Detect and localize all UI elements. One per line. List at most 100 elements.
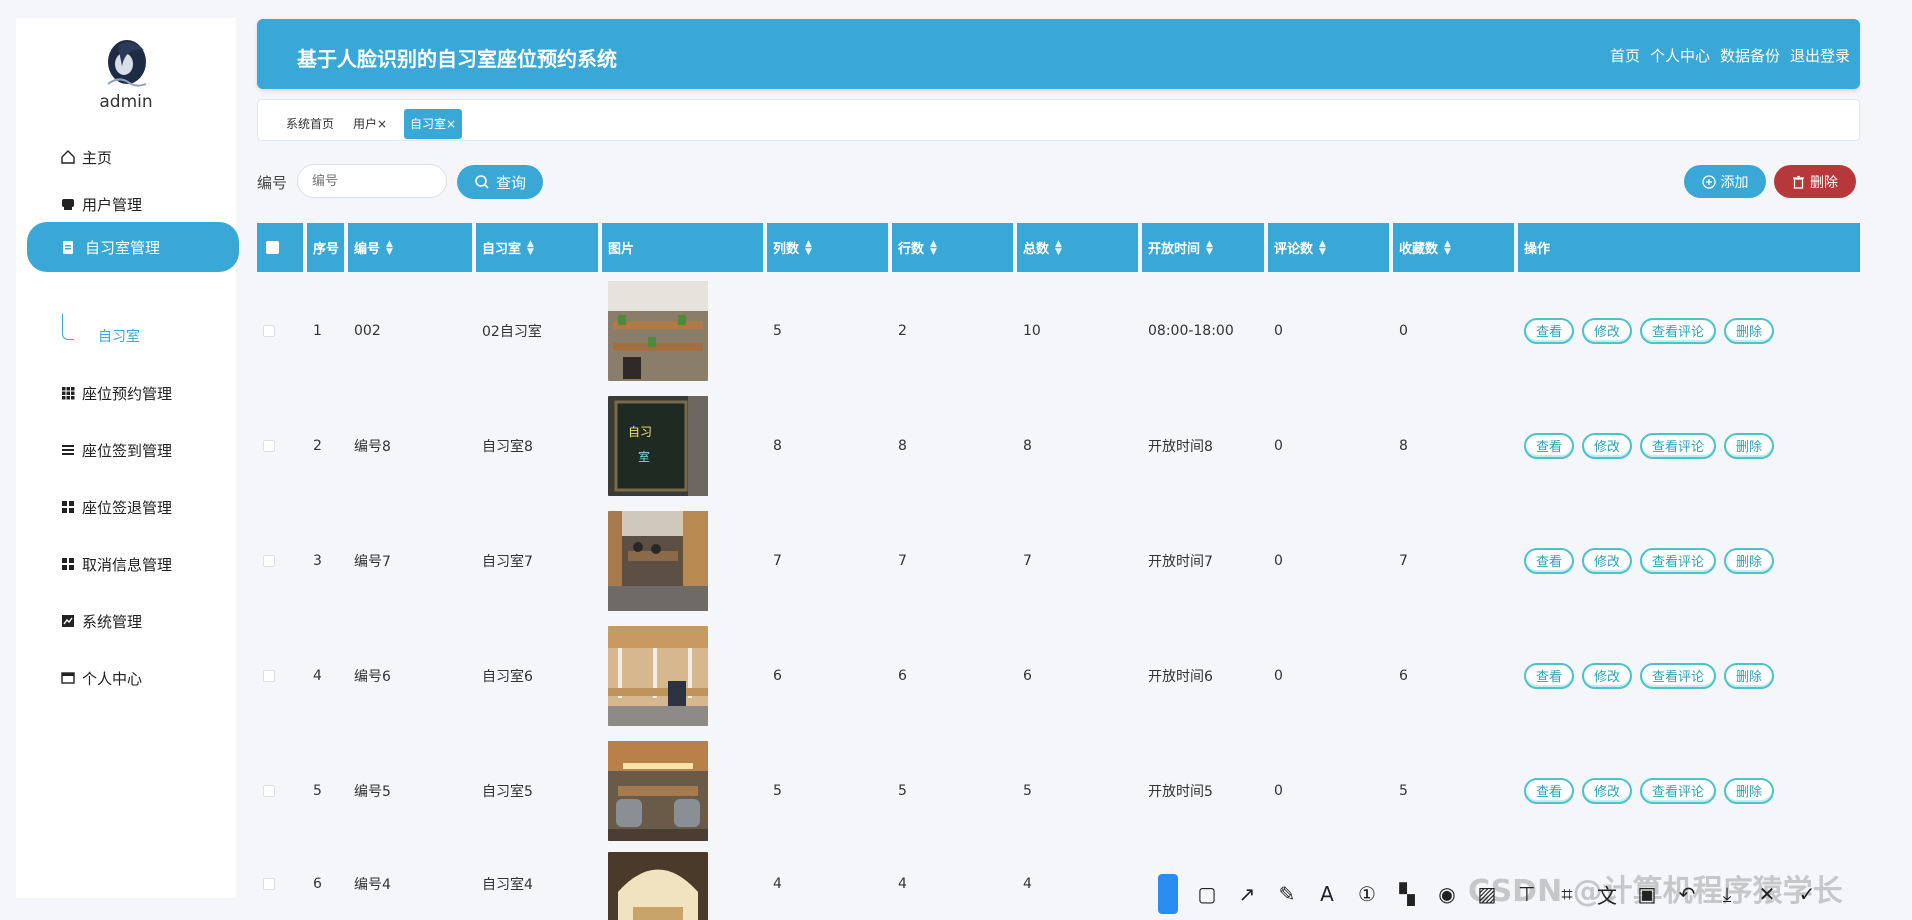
sort-icon[interactable]: ▲ ▼: [527, 239, 534, 256]
edit-button[interactable]: 修改: [1582, 777, 1633, 804]
room-photo[interactable]: [608, 510, 708, 611]
row-checkbox[interactable]: [263, 669, 275, 682]
view-comments-button[interactable]: 查看评论: [1640, 432, 1717, 459]
room-photo[interactable]: [608, 625, 708, 726]
header-select-all[interactable]: [257, 223, 303, 272]
sidebar-item-profile[interactable]: 个人中心: [24, 653, 224, 703]
sidebar-item-label: 用户管理: [82, 195, 143, 214]
view-button[interactable]: 查看: [1524, 432, 1575, 459]
row-checkbox[interactable]: [263, 324, 275, 337]
view-button[interactable]: 查看: [1524, 317, 1575, 344]
sidebar-item-seat-checkin[interactable]: 座位签到管理: [24, 425, 224, 475]
row-checkbox[interactable]: [263, 784, 275, 797]
cell-rows: 8: [898, 437, 907, 454]
sidebar-subitem-study-room[interactable]: 自习室: [62, 314, 212, 354]
row-checkbox[interactable]: [263, 877, 275, 890]
translate-tool-icon[interactable]: 文: [1596, 880, 1618, 909]
column-header[interactable]: 收藏数 ▲ ▼: [1393, 223, 1514, 272]
cell-room: 自习室7: [482, 553, 533, 570]
view-comments-button[interactable]: 查看评论: [1640, 317, 1717, 344]
sidebar-item-cancellations[interactable]: 取消信息管理: [24, 539, 224, 589]
sidebar-item-seat-reservation[interactable]: 座位预约管理: [24, 368, 224, 418]
nav-profile-link[interactable]: 个人中心: [1650, 45, 1710, 66]
view-comments-button[interactable]: 查看评论: [1640, 777, 1717, 804]
pin-tool-icon[interactable]: [1158, 874, 1178, 914]
undo-icon[interactable]: ↶: [1676, 882, 1698, 906]
sort-icon[interactable]: ▲ ▼: [1444, 239, 1451, 256]
sidebar-item-label: 座位签退管理: [82, 498, 173, 517]
tab-study-room[interactable]: 自习室×: [404, 109, 463, 139]
row-actions: 查看 修改 查看评论 删除: [1518, 733, 1775, 848]
delete-button[interactable]: 删除: [1724, 662, 1775, 689]
column-header[interactable]: 自习室 ▲ ▼: [476, 223, 598, 272]
select-all-checkbox[interactable]: [266, 241, 279, 254]
column-header[interactable]: 行数 ▲ ▼: [892, 223, 1013, 272]
room-photo[interactable]: [608, 280, 708, 381]
sort-icon[interactable]: ▲ ▼: [805, 239, 812, 256]
cell-comments: 0: [1274, 667, 1283, 684]
sort-icon[interactable]: ▲ ▼: [1206, 239, 1213, 256]
close-icon[interactable]: ✕: [1756, 882, 1778, 906]
sort-icon[interactable]: ▲ ▼: [1055, 239, 1062, 256]
shape-tool-icon[interactable]: ▢: [1196, 882, 1218, 906]
tab-users[interactable]: 用户×: [347, 109, 393, 139]
cell-open-time: 08:00-18:00: [1148, 322, 1234, 339]
text-tool-icon[interactable]: A: [1316, 882, 1338, 906]
view-button[interactable]: 查看: [1524, 777, 1575, 804]
delete-button[interactable]: 删除: [1724, 432, 1775, 459]
room-photo[interactable]: [608, 740, 708, 841]
edit-button[interactable]: 修改: [1582, 662, 1633, 689]
search-button[interactable]: 查询: [457, 165, 543, 199]
sidebar-item-home[interactable]: 主页: [24, 132, 224, 182]
cell-rows: 7: [898, 552, 907, 569]
sidebar-item-study-rooms[interactable]: 自习室管理: [27, 222, 239, 272]
scan-tool-icon[interactable]: ⌗: [1556, 882, 1578, 906]
edit-button[interactable]: 修改: [1582, 432, 1633, 459]
cell-comments: 0: [1274, 552, 1283, 569]
sidebar-item-seat-checkout[interactable]: 座位签退管理: [24, 482, 224, 532]
delete-button[interactable]: 删除: [1724, 777, 1775, 804]
sort-icon[interactable]: ▲ ▼: [1319, 239, 1326, 256]
row-checkbox[interactable]: [263, 554, 275, 567]
delete-button[interactable]: 删除: [1724, 547, 1775, 574]
mosaic-tool-icon[interactable]: ▚: [1396, 882, 1418, 906]
pen-tool-icon[interactable]: ✎: [1276, 882, 1298, 906]
ocr-tool-icon[interactable]: ▣: [1636, 882, 1658, 906]
pin-top-icon[interactable]: ⊤: [1516, 882, 1538, 906]
tab-system-home[interactable]: 系统首页: [280, 109, 340, 139]
nav-logout-link[interactable]: 退出登录: [1790, 45, 1850, 66]
column-header[interactable]: 开放时间 ▲ ▼: [1142, 223, 1264, 272]
cell-open-time: 开放时间7: [1148, 553, 1213, 570]
room-photo[interactable]: 自习室: [608, 395, 708, 496]
sort-icon[interactable]: ▲ ▼: [930, 239, 937, 256]
column-header[interactable]: 编号 ▲ ▼: [348, 223, 472, 272]
search-input[interactable]: [297, 164, 447, 198]
row-checkbox[interactable]: [263, 439, 275, 452]
view-button[interactable]: 查看: [1524, 662, 1575, 689]
nav-home-link[interactable]: 首页: [1610, 45, 1640, 66]
edit-button[interactable]: 修改: [1582, 317, 1633, 344]
download-icon[interactable]: ⤓: [1716, 882, 1738, 906]
sidebar: admin 主页 用户管理 自习室管理 自习室 座位预约管理 座位签到管理 座位…: [16, 18, 239, 898]
hatch-tool-icon[interactable]: ▨: [1476, 882, 1498, 906]
view-comments-button[interactable]: 查看评论: [1640, 662, 1717, 689]
delete-button[interactable]: 删除: [1724, 317, 1775, 344]
arrow-tool-icon[interactable]: ↗: [1236, 882, 1258, 906]
batch-delete-button[interactable]: 删除: [1774, 165, 1856, 198]
column-header[interactable]: 总数 ▲ ▼: [1017, 223, 1138, 272]
plus-circle-icon: [1701, 174, 1716, 189]
add-button[interactable]: 添加: [1684, 165, 1766, 198]
view-button[interactable]: 查看: [1524, 547, 1575, 574]
column-header[interactable]: 评论数 ▲ ▼: [1268, 223, 1389, 272]
blur-tool-icon[interactable]: ◉: [1436, 882, 1458, 906]
confirm-icon[interactable]: ✓: [1796, 882, 1818, 906]
sidebar-item-system[interactable]: 系统管理: [24, 596, 224, 646]
view-comments-button[interactable]: 查看评论: [1640, 547, 1717, 574]
number-tool-icon[interactable]: ①: [1356, 882, 1378, 906]
nav-backup-link[interactable]: 数据备份: [1720, 45, 1780, 66]
sort-icon[interactable]: ▲ ▼: [386, 239, 393, 256]
edit-button[interactable]: 修改: [1582, 547, 1633, 574]
room-photo[interactable]: [608, 852, 708, 920]
column-header[interactable]: 列数 ▲ ▼: [767, 223, 888, 272]
avatar[interactable]: [100, 36, 154, 92]
